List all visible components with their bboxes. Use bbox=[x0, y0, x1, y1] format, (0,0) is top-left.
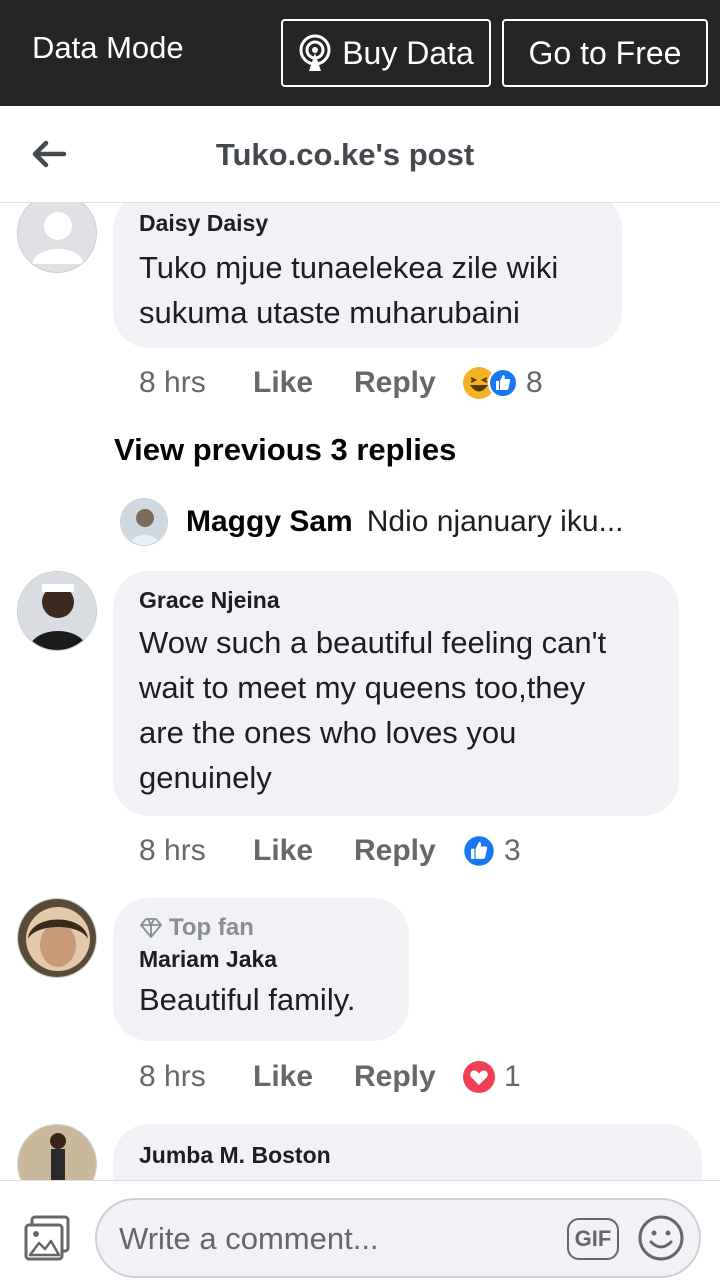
like-button[interactable]: Like bbox=[253, 834, 354, 868]
comment-bubble: Grace Njeina Wow such a beautiful feelin… bbox=[113, 571, 679, 816]
comment-author[interactable]: Jumba M. Boston bbox=[139, 1142, 676, 1169]
view-previous-replies-link[interactable]: View previous 3 replies bbox=[114, 432, 456, 468]
love-reaction-icon bbox=[463, 1061, 495, 1093]
comment-composer: Write a comment... GIF bbox=[0, 1180, 720, 1285]
post-header: Tuko.co.ke's post bbox=[0, 106, 720, 203]
comment-actions: 8 hrs Like Reply 1 bbox=[139, 1057, 521, 1097]
comment-text-line: wait to meet my queens too,they bbox=[139, 670, 586, 705]
data-mode-bar: Data Mode Buy Data Go to Free bbox=[0, 0, 720, 106]
reply-preview[interactable]: Maggy Sam Ndio njanuary iku... bbox=[120, 497, 680, 547]
go-to-free-button[interactable]: Go to Free bbox=[502, 19, 708, 87]
reactions-summary[interactable]: 1 bbox=[462, 1060, 521, 1094]
reactions-summary[interactable]: 3 bbox=[462, 834, 521, 868]
go-to-free-label: Go to Free bbox=[528, 34, 682, 71]
profile-photo bbox=[18, 899, 96, 977]
default-avatar-icon bbox=[32, 212, 84, 264]
reply-button[interactable]: Reply bbox=[354, 834, 462, 868]
comment-author[interactable]: Grace Njeina bbox=[139, 587, 653, 614]
comment-author[interactable]: Daisy Daisy bbox=[139, 210, 596, 237]
like-reaction-icon bbox=[488, 368, 518, 398]
top-fan-badge: Top fan bbox=[139, 914, 383, 942]
like-button[interactable]: Like bbox=[253, 1060, 354, 1094]
photo-icon[interactable] bbox=[22, 1213, 72, 1263]
buy-data-button[interactable]: Buy Data bbox=[281, 19, 491, 87]
reply-author: Maggy Sam bbox=[186, 505, 353, 538]
avatar[interactable] bbox=[17, 898, 97, 978]
comment-time: 8 hrs bbox=[139, 366, 206, 399]
data-mode-label: Data Mode bbox=[32, 30, 184, 65]
gif-button[interactable]: GIF bbox=[567, 1218, 619, 1260]
reactions-summary[interactable]: 8 bbox=[462, 366, 543, 400]
comment-bubble: Top fan Mariam Jaka Beautiful family. bbox=[113, 898, 409, 1041]
like-button[interactable]: Like bbox=[253, 366, 354, 400]
comments-list[interactable]: Daisy Daisy Tuko mjue tunaelekea zile wi… bbox=[0, 203, 720, 1180]
emoji-icon[interactable] bbox=[637, 1214, 685, 1262]
broadcast-icon bbox=[299, 34, 331, 71]
comment-actions: 8 hrs Like Reply 3 bbox=[139, 831, 521, 871]
comment-bubble: Daisy Daisy Tuko mjue tunaelekea zile wi… bbox=[113, 203, 622, 348]
comment-text-line: are the ones who loves you bbox=[139, 715, 517, 750]
comment-time: 8 hrs bbox=[139, 1060, 206, 1093]
avatar[interactable] bbox=[120, 498, 168, 546]
reply-button[interactable]: Reply bbox=[354, 366, 462, 400]
comment-text-line: sukuma utaste muharubaini bbox=[139, 295, 520, 330]
profile-photo bbox=[18, 1125, 96, 1180]
page-title: Tuko.co.ke's post bbox=[215, 137, 475, 172]
avatar[interactable] bbox=[17, 1124, 97, 1180]
comment-input[interactable]: Write a comment... GIF bbox=[95, 1198, 701, 1278]
buy-data-label: Buy Data bbox=[342, 34, 474, 71]
comment-text-line: Tuko mjue tunaelekea zile wiki bbox=[139, 250, 559, 285]
avatar[interactable] bbox=[17, 571, 97, 651]
comment-text-line: Beautiful family. bbox=[139, 982, 356, 1017]
top-fan-label: Top fan bbox=[169, 914, 254, 941]
comment-time: 8 hrs bbox=[139, 834, 206, 867]
profile-photo bbox=[18, 572, 96, 650]
comment-text-line: Wow such a beautiful feeling can't bbox=[139, 625, 607, 660]
comment-author[interactable]: Mariam Jaka bbox=[139, 946, 383, 973]
reaction-count: 1 bbox=[504, 1060, 521, 1093]
comment-text-line: genuinely bbox=[139, 760, 272, 795]
reply-button[interactable]: Reply bbox=[354, 1060, 462, 1094]
comment-bubble: Jumba M. Boston bbox=[113, 1124, 702, 1180]
comment-actions: 8 hrs Like Reply 8 bbox=[139, 363, 543, 403]
avatar[interactable] bbox=[17, 203, 97, 273]
reply-text: Ndio njanuary iku... bbox=[366, 505, 624, 538]
comment-input-placeholder: Write a comment... bbox=[119, 1221, 379, 1256]
diamond-icon bbox=[140, 918, 162, 938]
reaction-count: 8 bbox=[526, 366, 543, 399]
like-reaction-icon bbox=[462, 834, 496, 868]
profile-photo bbox=[121, 499, 167, 545]
reaction-count: 3 bbox=[504, 834, 521, 867]
